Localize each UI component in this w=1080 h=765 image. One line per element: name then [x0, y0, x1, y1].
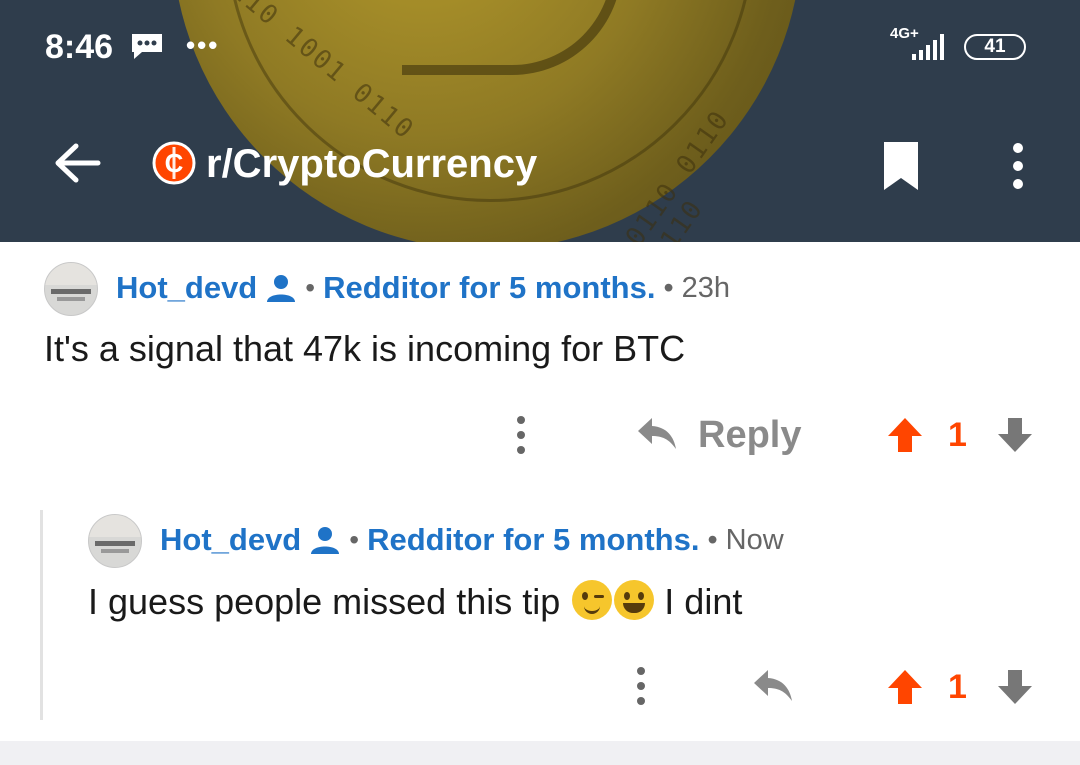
battery-icon: 41 — [964, 34, 1026, 60]
back-arrow-icon[interactable] — [52, 138, 102, 188]
comment-body-text-end: I dint — [664, 581, 743, 622]
comment-body-text: I guess people missed this tip — [88, 581, 561, 622]
signal-icon — [912, 34, 944, 60]
user-flair: Redditor for 5 months. — [323, 270, 656, 305]
message-icon — [132, 34, 162, 59]
grinning-face-icon — [614, 580, 655, 620]
upvote-arrow-icon[interactable] — [886, 668, 924, 706]
status-bar: 8:46 ••• 4G+ 41 — [0, 0, 1080, 90]
username[interactable]: Hot_devd — [116, 270, 257, 306]
vote-count: 1 — [948, 416, 967, 454]
status-time: 8:46 — [45, 28, 114, 66]
user-icon — [311, 527, 340, 554]
winking-face-icon — [572, 580, 613, 620]
user-flair: Redditor for 5 months. — [367, 522, 700, 557]
reply-icon[interactable] — [752, 668, 794, 704]
reply-icon[interactable] — [636, 416, 678, 452]
meta-separator: • — [349, 524, 360, 555]
app-header: 0110 1001 0110 0110 0110 0110 8:46 ••• 4… — [0, 0, 1080, 242]
reply-button[interactable]: Reply — [698, 414, 801, 457]
more-vertical-icon[interactable] — [1000, 140, 1036, 192]
comment-time: • 23h — [663, 271, 731, 304]
downvote-arrow-icon[interactable] — [996, 668, 1034, 706]
comment-body: It's a signal that 47k is incoming for B… — [44, 328, 686, 369]
comment-more-icon[interactable] — [514, 415, 528, 455]
comment-time: • Now — [707, 523, 784, 556]
downvote-arrow-icon[interactable] — [996, 416, 1034, 454]
subreddit-icon[interactable]: C — [152, 141, 196, 185]
subreddit-title[interactable]: r/CryptoCurrency — [206, 142, 537, 187]
vote-count: 1 — [948, 668, 967, 706]
avatar[interactable] — [88, 514, 142, 568]
comment-more-icon[interactable] — [634, 666, 648, 706]
username[interactable]: Hot_devd — [160, 522, 301, 558]
comment-body: I guess people missed this tip I dint — [88, 580, 742, 623]
comment-meta: Hot_devd • Redditor for 5 months. • Now — [160, 522, 784, 558]
bottom-divider — [0, 741, 1080, 765]
upvote-arrow-icon[interactable] — [886, 416, 924, 454]
user-icon — [267, 275, 296, 302]
thread-line[interactable] — [40, 510, 43, 720]
comment-meta: Hot_devd • Redditor for 5 months. • 23h — [116, 270, 730, 306]
more-notifications-icon: ••• — [186, 30, 220, 60]
meta-separator: • — [305, 272, 316, 303]
avatar[interactable] — [44, 262, 98, 316]
bookmark-icon[interactable] — [880, 140, 922, 192]
